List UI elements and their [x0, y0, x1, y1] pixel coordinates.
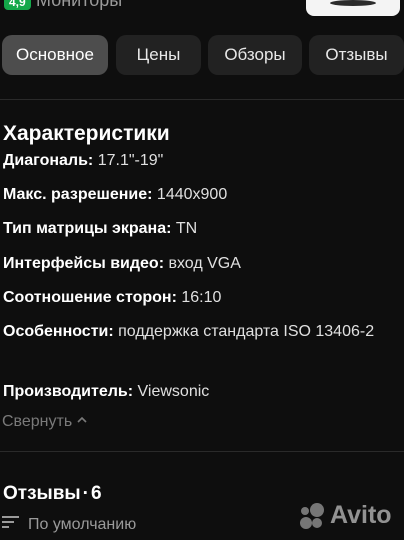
- chevron-up-icon: [76, 413, 88, 431]
- sort-icon: [2, 515, 20, 534]
- spec-key: Тип матрицы экрана:: [3, 220, 172, 237]
- spec-key: Производитель:: [3, 383, 134, 400]
- spec-row: Макс. разрешение: 1440x900: [3, 183, 401, 207]
- reviews-count: 6: [91, 483, 102, 504]
- tab-prices[interactable]: Цены: [116, 35, 201, 75]
- spec-key: Особенности:: [3, 323, 114, 340]
- spec-row: Тип матрицы экрана: TN: [3, 217, 401, 241]
- spec-row: Диагональ: 17.1"-19": [3, 149, 401, 173]
- avito-logo-text: Avito: [330, 501, 392, 529]
- spec-value: поддержка стандарта ISO 13406-2: [118, 323, 375, 340]
- spec-row: Интерфейсы видео: вход VGA: [3, 252, 401, 276]
- spec-value: 1440x900: [156, 186, 228, 203]
- tab-reviews-articles[interactable]: Обзоры: [208, 35, 302, 75]
- spec-key: Соотношение сторон:: [3, 289, 177, 306]
- spec-key: Интерфейсы видео:: [3, 255, 165, 272]
- spec-row: Особенности: поддержка стандарта ISO 134…: [3, 320, 401, 344]
- reviews-title: Отзывы: [3, 483, 81, 504]
- top-row: 4,9 Мониторы: [0, 0, 404, 16]
- spec-value: вход VGA: [168, 255, 241, 272]
- divider: [0, 451, 404, 452]
- reviews-heading: Отзывы · 6: [3, 483, 102, 505]
- avito-logo-icon: [300, 502, 324, 529]
- monitor-base-shape: [330, 0, 376, 6]
- category-link[interactable]: Мониторы: [36, 0, 122, 11]
- sort-selector[interactable]: По умолчанию: [2, 515, 136, 534]
- spec-row: Производитель: Viewsonic: [3, 380, 401, 404]
- specs-title: Характеристики: [3, 122, 170, 145]
- spec-value: TN: [175, 220, 198, 237]
- spec-value: Viewsonic: [137, 383, 210, 400]
- spec-value: 17.1"-19": [97, 152, 164, 169]
- tab-user-reviews[interactable]: Отзывы: [309, 35, 404, 75]
- spec-key: Макс. разрешение:: [3, 186, 153, 203]
- tab-main[interactable]: Основное: [2, 35, 108, 75]
- collapse-button[interactable]: Свернуть: [2, 413, 88, 431]
- spec-row: Соотношение сторон: 16:10: [3, 286, 401, 310]
- collapse-label: Свернуть: [2, 413, 73, 430]
- reviews-separator: ·: [82, 483, 89, 504]
- avito-watermark: Avito: [298, 501, 392, 530]
- sort-label: По умолчанию: [28, 515, 137, 533]
- tab-bar: Основное Цены Обзоры Отзывы: [0, 35, 404, 75]
- product-thumbnail[interactable]: [306, 0, 400, 16]
- spec-value: 16:10: [181, 289, 222, 306]
- rating-badge: 4,9: [4, 0, 31, 10]
- spec-key: Диагональ:: [3, 152, 94, 169]
- divider: [0, 99, 404, 100]
